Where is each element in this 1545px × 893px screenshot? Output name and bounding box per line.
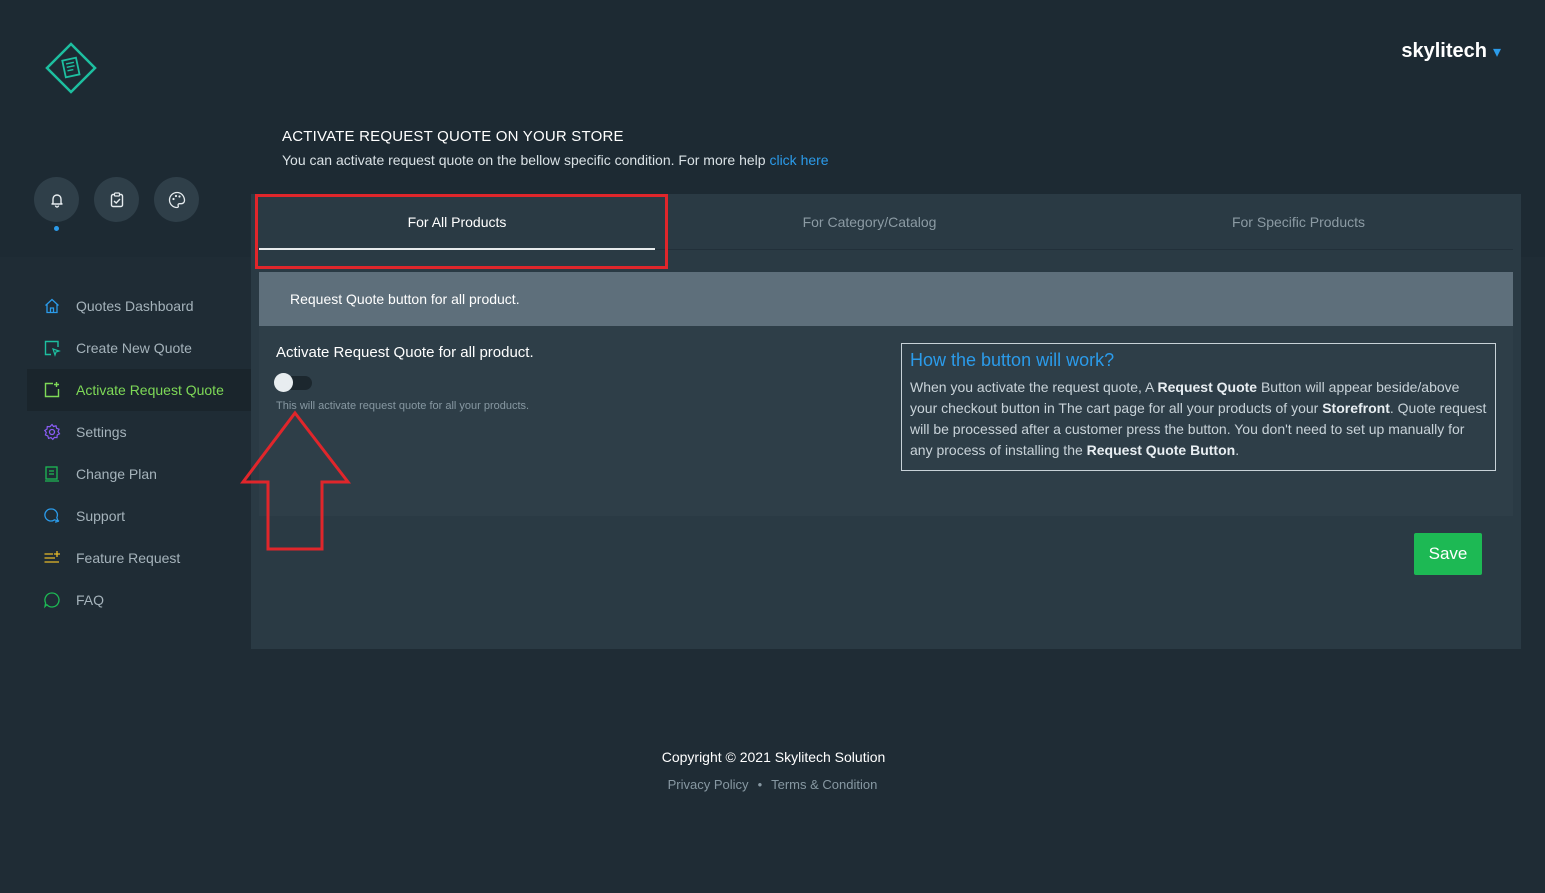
faq-bubble-icon (42, 591, 61, 610)
app-logo[interactable] (44, 41, 98, 95)
info-text-part: . (1235, 442, 1240, 458)
subtitle-text: You can activate request quote on the be… (282, 152, 770, 168)
info-bold: Request Quote (1157, 379, 1258, 395)
section-banner: Request Quote button for all product. (259, 272, 1513, 326)
sidebar-item-activate-request-quote[interactable]: Activate Request Quote (27, 369, 251, 411)
user-menu[interactable]: skylitech ▾ (1401, 40, 1501, 63)
sidebar-item-label: Support (76, 508, 126, 524)
sidebar-item-faq[interactable]: FAQ (27, 579, 251, 621)
help-link[interactable]: click here (769, 152, 828, 168)
activate-quote-icon (42, 381, 61, 400)
sidebar-item-label: FAQ (76, 592, 105, 608)
sidebar-item-settings[interactable]: Settings (27, 411, 251, 453)
notifications-button[interactable] (34, 177, 79, 231)
sidebar-item-feature-request[interactable]: Feature Request (27, 537, 251, 579)
clipboard-check-icon (110, 191, 123, 207)
info-text: When you activate the request quote, A R… (910, 377, 1487, 461)
chevron-down-icon: ▾ (1492, 43, 1501, 61)
footer-links: Privacy Policy • Terms & Condition (0, 777, 1545, 792)
privacy-policy-link[interactable]: Privacy Policy (668, 777, 749, 792)
theme-button[interactable] (154, 177, 199, 222)
page-subtitle: You can activate request quote on the be… (282, 152, 829, 168)
info-box: How the button will work? When you activ… (901, 343, 1496, 471)
feature-list-icon (42, 549, 61, 568)
footer-separator: • (757, 777, 763, 792)
info-bold: Request Quote Button (1086, 442, 1236, 458)
sidebar-item-label: Quotes Dashboard (76, 298, 194, 314)
save-button[interactable]: Save (1414, 533, 1482, 575)
tab-specific-products[interactable]: For Specific Products (1084, 194, 1513, 249)
sidebar-nav: Quotes Dashboard Create New Quote Activa… (27, 285, 251, 621)
sidebar-item-label: Feature Request (76, 550, 181, 566)
sidebar-item-label: Activate Request Quote (76, 382, 224, 398)
option-help-text: This will activate request quote for all… (276, 400, 530, 412)
option-section: Activate Request Quote for all product. … (259, 326, 1513, 516)
activate-toggle[interactable] (274, 373, 312, 392)
create-quote-icon (42, 339, 61, 358)
sidebar-item-label: Create New Quote (76, 340, 192, 356)
logo-icon (45, 42, 97, 94)
tab-category-catalog[interactable]: For Category/Catalog (655, 194, 1084, 249)
sidebar-item-label: Change Plan (76, 466, 157, 482)
page-title: ACTIVATE REQUEST QUOTE ON YOUR STORE (282, 128, 624, 145)
palette-icon (168, 191, 185, 208)
info-text-part: When you activate the request quote, A (910, 379, 1158, 395)
info-bold: Storefront (1322, 400, 1390, 416)
option-label: Activate Request Quote for all product. (276, 344, 534, 361)
toggle-knob (274, 373, 293, 392)
sidebar-item-create-new-quote[interactable]: Create New Quote (27, 327, 251, 369)
sidebar-item-change-plan[interactable]: Change Plan (27, 453, 251, 495)
quick-actions (34, 177, 199, 231)
sidebar-item-quotes-dashboard[interactable]: Quotes Dashboard (27, 285, 251, 327)
home-icon (42, 297, 61, 316)
tasks-button[interactable] (94, 177, 139, 222)
tab-bar: For All Products For Category/Catalog Fo… (259, 194, 1513, 250)
sidebar-item-label: Settings (76, 424, 127, 440)
bell-icon (50, 193, 63, 208)
support-chat-icon (42, 507, 61, 526)
info-title: How the button will work? (910, 350, 1115, 370)
plan-icon (42, 465, 61, 484)
settings-panel: For All Products For Category/Catalog Fo… (251, 194, 1521, 649)
footer-copyright: Copyright © 2021 Skylitech Solution (661, 749, 886, 765)
terms-link[interactable]: Terms & Condition (771, 777, 877, 792)
active-indicator (54, 226, 59, 231)
tab-all-products[interactable]: For All Products (259, 194, 655, 250)
sidebar-item-support[interactable]: Support (27, 495, 251, 537)
gear-icon (42, 423, 61, 442)
username: skylitech (1401, 40, 1487, 62)
